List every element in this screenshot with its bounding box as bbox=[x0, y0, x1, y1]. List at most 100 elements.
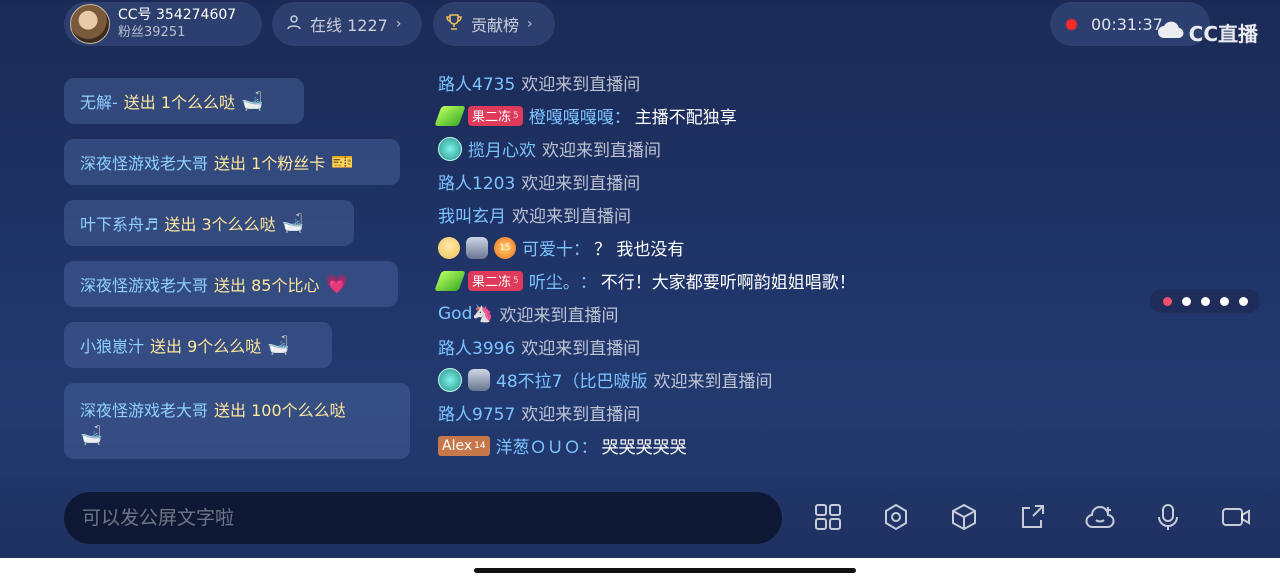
gift-action: 送出 9个么么哒 bbox=[150, 337, 262, 356]
fan-club-badge: 果二冻 5 bbox=[468, 105, 523, 126]
chevron-right-icon: › bbox=[395, 16, 402, 32]
page-dot[interactable] bbox=[1219, 296, 1229, 306]
chat-message: 果二冻 5 橙嘎嘎嘎嘎： 主播不配独享 bbox=[434, 99, 1158, 132]
chat-username[interactable]: 我叫玄月 bbox=[438, 202, 506, 227]
grid-icon[interactable] bbox=[811, 500, 845, 534]
page-dot[interactable] bbox=[1200, 296, 1210, 306]
gift-sender: 无解- bbox=[80, 93, 118, 112]
fan-card-icon: 🎫 bbox=[331, 151, 354, 173]
anchor-fans-count: 粉丝39251 bbox=[118, 25, 186, 40]
chat-message: 48不拉7（比巴啵版 欢迎来到直播间 bbox=[438, 363, 1158, 396]
page-dot[interactable] bbox=[1181, 296, 1191, 306]
live-duration: 00:31:37 bbox=[1091, 14, 1163, 34]
chat-text: 哭哭哭哭哭 bbox=[601, 438, 687, 458]
face-badge-icon bbox=[438, 236, 460, 259]
chat-message: 揽月心欢 欢迎来到直播间 bbox=[438, 132, 1158, 165]
welcome-text: 欢迎来到直播间 bbox=[542, 141, 661, 161]
gift-sender: 深夜怪游戏老大哥 bbox=[80, 276, 209, 295]
gift-item: 深夜怪游戏老大哥 送出 100个么么哒 🛁 bbox=[64, 383, 410, 459]
chat-username[interactable]: 洋葱ＯＵＯ bbox=[496, 433, 581, 458]
chat-username[interactable]: 听尘。 bbox=[529, 268, 580, 293]
person-icon bbox=[286, 14, 302, 34]
avatar[interactable] bbox=[70, 4, 110, 44]
gift-action: 送出 1个么么哒 bbox=[123, 93, 236, 112]
cloud-logo-icon bbox=[1157, 20, 1185, 45]
home-indicator[interactable] bbox=[474, 568, 856, 573]
gift-item: 无解- 送出 1个么么哒 🛁 bbox=[64, 78, 304, 124]
chat-message: God🦄 欢迎来到直播间 bbox=[438, 297, 1158, 330]
brand-name: CC直播 bbox=[1188, 22, 1258, 46]
gift-action: 送出 100个么么哒 bbox=[214, 400, 346, 420]
chat-message: 15 可爱十： ？ 我也没有 bbox=[438, 231, 1158, 264]
gift-sender: 叶下系舟♬ bbox=[80, 215, 159, 234]
chat-message: 我叫玄月 欢迎来到直播间 bbox=[438, 198, 1158, 231]
system-home-bar bbox=[0, 558, 1280, 576]
gift-sender: 深夜怪游戏老大哥 bbox=[80, 400, 209, 420]
chat-message: 果二冻 5 听尘。： 不行！大家都要听啊韵姐姐唱歌！ bbox=[434, 264, 1158, 297]
contribution-rank-label: 贡献榜 bbox=[471, 16, 520, 35]
chat-username[interactable]: 路人9757 bbox=[438, 400, 515, 425]
chat-message: 路人3996 欢迎来到直播间 bbox=[438, 330, 1158, 363]
tub-icon: 🛁 bbox=[80, 424, 103, 446]
gift-action: 送出 1个粉丝卡 bbox=[214, 154, 326, 173]
recording-dot-icon bbox=[1066, 18, 1077, 30]
chat-text: ？ 我也没有 bbox=[594, 240, 685, 260]
page-dot[interactable] bbox=[1238, 296, 1248, 306]
cloud-emoji-icon[interactable] bbox=[1083, 500, 1117, 534]
welcome-text: 欢迎来到直播间 bbox=[521, 174, 641, 194]
share-icon[interactable] bbox=[1015, 500, 1049, 534]
gift-item: 小狼崽汁 送出 9个么么哒 🛁 bbox=[64, 322, 332, 368]
gift-item: 深夜怪游戏老大哥 送出 1个粉丝卡 🎫 bbox=[64, 139, 400, 185]
chat-username[interactable]: 48不拉7（比巴啵版 bbox=[496, 367, 647, 392]
chevron-right-icon: › bbox=[527, 16, 533, 32]
leaf-badge-icon bbox=[434, 270, 466, 291]
chat-username[interactable]: 橙嘎嘎嘎嘎 bbox=[529, 103, 614, 128]
welcome-text: 欢迎来到直播间 bbox=[521, 75, 641, 95]
contribution-rank-button[interactable]: 贡献榜 › bbox=[433, 2, 555, 46]
chat-username[interactable]: 揽月心欢 bbox=[468, 136, 536, 161]
online-count-button[interactable]: 在线 1227 › bbox=[272, 2, 422, 46]
cube-icon[interactable] bbox=[947, 500, 981, 534]
gift-item: 深夜怪游戏老大哥 送出 85个比心 💗 bbox=[64, 261, 398, 307]
chat-username[interactable]: God🦄 bbox=[438, 304, 494, 324]
chat-username[interactable]: 路人3996 bbox=[438, 334, 515, 359]
page-dot[interactable] bbox=[1162, 296, 1172, 306]
shield-badge-icon bbox=[468, 368, 490, 391]
gift-action: 送出 85个比心 bbox=[214, 276, 320, 295]
gift-item: 叶下系舟♬ 送出 3个么么哒 🛁 bbox=[64, 200, 354, 246]
gift-action: 送出 3个么么哒 bbox=[164, 215, 276, 234]
anchor-info-pill[interactable]: CC号 354274607 粉丝39251 bbox=[64, 2, 262, 46]
orb-level-badge: 15 bbox=[494, 236, 516, 259]
cc-live-logo: CC直播 bbox=[1157, 18, 1258, 47]
tub-icon: 🛁 bbox=[281, 212, 305, 234]
trophy-icon bbox=[445, 13, 463, 35]
welcome-text: 欢迎来到直播间 bbox=[521, 339, 641, 359]
chat-username[interactable]: 路人4735 bbox=[438, 70, 515, 95]
welcome-text: 欢迎来到直播间 bbox=[512, 207, 631, 227]
gift-sender: 深夜怪游戏老大哥 bbox=[80, 154, 209, 173]
page-indicator[interactable] bbox=[1150, 289, 1260, 313]
chat-text: 不行！大家都要听啊韵姐姐唱歌！ bbox=[600, 273, 856, 293]
gear-icon[interactable] bbox=[879, 500, 913, 534]
chat-text: 主播不配独享 bbox=[634, 108, 737, 128]
chat-message: Alex 14 洋葱ＯＵＯ： 哭哭哭哭哭 bbox=[438, 429, 1158, 462]
chat-username[interactable]: 路人1203 bbox=[438, 169, 515, 194]
chat-message: 路人1203 欢迎来到直播间 bbox=[438, 165, 1158, 198]
chat-username[interactable]: 可爱十 bbox=[522, 235, 573, 260]
chat-feed[interactable]: 路人4735 欢迎来到直播间 果二冻 5 橙嘎嘎嘎嘎： 主播不配独享 揽月心欢 欢… bbox=[434, 66, 1158, 462]
microphone-icon[interactable] bbox=[1151, 500, 1185, 534]
welcome-text: 欢迎来到直播间 bbox=[521, 405, 641, 425]
video-camera-icon[interactable] bbox=[1219, 500, 1253, 534]
tub-icon: 🛁 bbox=[241, 90, 264, 112]
chat-message: 路人4735 欢迎来到直播间 bbox=[438, 66, 1158, 99]
heart-gesture-icon: 💗 bbox=[325, 273, 348, 295]
gift-sender: 小狼崽汁 bbox=[80, 337, 145, 356]
chat-input[interactable] bbox=[64, 492, 782, 544]
anchor-cc-id: CC号 354274607 bbox=[118, 7, 237, 23]
chat-message: 路人9757 欢迎来到直播间 bbox=[438, 396, 1158, 429]
online-count-label: 在线 1227 bbox=[310, 16, 388, 35]
gem-badge-icon bbox=[438, 367, 462, 392]
welcome-text: 欢迎来到直播间 bbox=[499, 306, 619, 326]
welcome-text: 欢迎来到直播间 bbox=[653, 372, 773, 392]
gem-badge-icon bbox=[438, 136, 462, 161]
